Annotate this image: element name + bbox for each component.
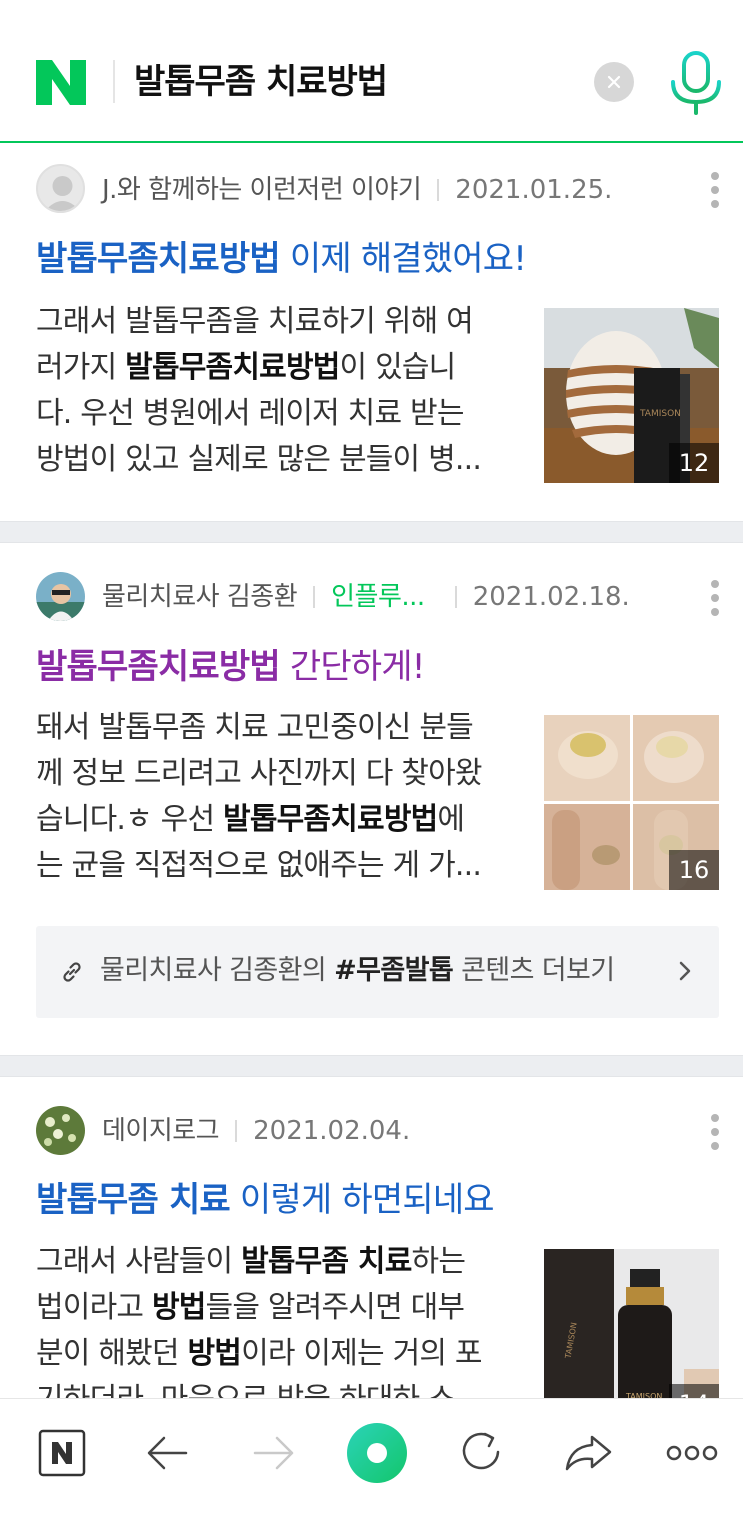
bottom-navigation-bar — [0, 1398, 743, 1525]
snippet-line: 돼서 발톱무좀 치료 고민중이신 분들 — [36, 710, 474, 745]
naver-home-icon[interactable] — [32, 1425, 92, 1481]
title-highlight: 발톱무좀치료방법 — [36, 647, 281, 687]
title-rest: 이제 해결했어요! — [279, 239, 527, 279]
section-separator — [0, 521, 743, 543]
meta-divider — [437, 179, 440, 201]
result-thumbnail[interactable]: 16 — [544, 715, 719, 890]
clear-search-button[interactable] — [594, 62, 634, 102]
result-meta: 데이지로그 2021.02.04. — [102, 1113, 410, 1149]
post-date: 2021.01.25. — [455, 175, 613, 205]
meta-divider — [313, 586, 316, 608]
result-snippet[interactable]: 그래서 사람들이 발톱무좀 치료하는 법이라고 방법들을 알려주시면 대부 분이… — [36, 1239, 511, 1398]
snippet-line: 법이라고 방법들을 알려주시면 대부 — [36, 1290, 465, 1325]
green-dot-icon[interactable] — [345, 1421, 409, 1485]
snippet-line: 습니다.ㅎ 우선 발톱무좀치료방법에 — [36, 802, 465, 837]
profile-photo — [36, 1106, 85, 1155]
snippet-line: 방법이 있고 실제로 많은 분들이 병... — [36, 442, 482, 477]
title-highlight: 발톱무좀치료방법 — [36, 239, 281, 279]
result-meta: 물리치료사 김종환 인플루... 2021.02.18. — [102, 579, 630, 615]
profile-photo — [36, 572, 85, 621]
result-title[interactable]: 발톱무좀치료방법 간단하게! — [36, 644, 425, 690]
link-icon — [63, 962, 81, 982]
result-title[interactable]: 발톱무좀 치료 이렇게 하면되네요 — [36, 1177, 495, 1223]
author-more-content-link[interactable]: 물리치료사 김종환의 #무좀발톱 콘텐츠 더보기 — [36, 926, 719, 1018]
author-avatar[interactable] — [36, 572, 85, 621]
result-snippet[interactable]: 그래서 발톱무좀을 치료하기 위해 여 러가지 발톱무좀치료방법이 있습니 다.… — [36, 299, 511, 483]
author-avatar[interactable] — [36, 1106, 85, 1155]
result-meta: J.와 함께하는 이런저런 이야기 2021.01.25. — [102, 172, 612, 208]
snippet-line: 께 정보 드리려고 사진까지 다 찾아왔 — [36, 756, 482, 791]
snippet-line: 러가지 발톱무좀치료방법이 있습니 — [36, 350, 456, 385]
naver-logo-icon[interactable] — [36, 60, 86, 105]
influencer-badge[interactable]: 인플루... — [331, 582, 425, 612]
image-count-badge: 16 — [669, 850, 719, 890]
share-icon[interactable] — [558, 1425, 618, 1481]
search-result-card[interactable]: 물리치료사 김종환 인플루... 2021.02.18. 발톱무좀치료방법 간단하게… — [0, 543, 743, 1055]
author-avatar[interactable] — [36, 164, 85, 213]
post-date: 2021.02.04. — [253, 1116, 411, 1146]
meta-divider — [235, 1120, 238, 1142]
header-divider — [113, 60, 115, 103]
more-options-icon[interactable] — [708, 580, 722, 620]
voice-search-microphone-icon[interactable] — [668, 50, 724, 116]
author-name[interactable]: 물리치료사 김종환 — [102, 582, 298, 612]
snippet-line: 분이 해봤던 방법이라 이제는 거의 포 — [36, 1336, 483, 1371]
chevron-right-icon — [679, 961, 691, 981]
search-header: 발톱무좀 치료방법 — [0, 0, 743, 143]
title-rest: 간단하게! — [279, 647, 426, 687]
result-snippet[interactable]: 돼서 발톱무좀 치료 고민중이신 분들 께 정보 드리려고 사진까지 다 찾아왔… — [36, 705, 511, 889]
result-title[interactable]: 발톱무좀치료방법 이제 해결했어요! — [36, 236, 527, 282]
image-count-badge: 14 — [669, 1384, 719, 1398]
default-profile-icon — [44, 176, 81, 211]
image-count-badge: 12 — [669, 443, 719, 483]
meta-divider — [454, 586, 457, 608]
search-result-card[interactable]: 데이지로그 2021.02.04. 발톱무좀 치료 이렇게 하면되네요 그래서 사… — [0, 1077, 743, 1398]
snippet-line: 기하더라. 마음으로 받을 하대하 스 — [36, 1377, 511, 1398]
snippet-line: 그래서 사람들이 발톱무좀 치료하는 — [36, 1244, 466, 1279]
svg-text:TAMISON: TAMISON — [639, 409, 681, 419]
search-result-card[interactable]: J.와 함께하는 이런저런 이야기 2021.01.25. 발톱무좀치료방법 이제… — [0, 145, 743, 521]
search-query-input[interactable]: 발톱무좀 치료방법 — [134, 58, 388, 106]
close-icon — [607, 75, 621, 89]
more-icon[interactable] — [662, 1425, 722, 1481]
snippet-line: 는 균을 직접적으로 없애주는 게 가... — [36, 848, 482, 883]
result-thumbnail[interactable]: TAMISON 12 — [544, 308, 719, 483]
result-thumbnail[interactable]: TAMISON TAMISON 14 — [544, 1249, 719, 1398]
post-date: 2021.02.18. — [472, 582, 630, 612]
forward-arrow-icon[interactable] — [243, 1425, 303, 1481]
more-options-icon[interactable] — [708, 1114, 722, 1154]
title-rest: 이렇게 하면되네요 — [229, 1180, 495, 1220]
more-content-text: 물리치료사 김종환의 #무좀발톱 콘텐츠 더보기 — [100, 955, 615, 986]
refresh-icon[interactable] — [452, 1425, 512, 1481]
more-options-icon[interactable] — [708, 172, 722, 212]
author-name[interactable]: 데이지로그 — [102, 1116, 220, 1146]
snippet-line: 그래서 발톱무좀을 치료하기 위해 여 — [36, 304, 474, 339]
title-highlight: 발톱무좀 치료 — [36, 1180, 231, 1220]
serum-product-photo: TAMISON TAMISON — [544, 1249, 719, 1398]
back-arrow-icon[interactable] — [138, 1425, 198, 1481]
author-name[interactable]: J.와 함께하는 이런저런 이야기 — [102, 175, 422, 205]
snippet-line: 다. 우선 병원에서 레이저 치료 받는 — [36, 396, 464, 431]
section-separator — [0, 1055, 743, 1077]
